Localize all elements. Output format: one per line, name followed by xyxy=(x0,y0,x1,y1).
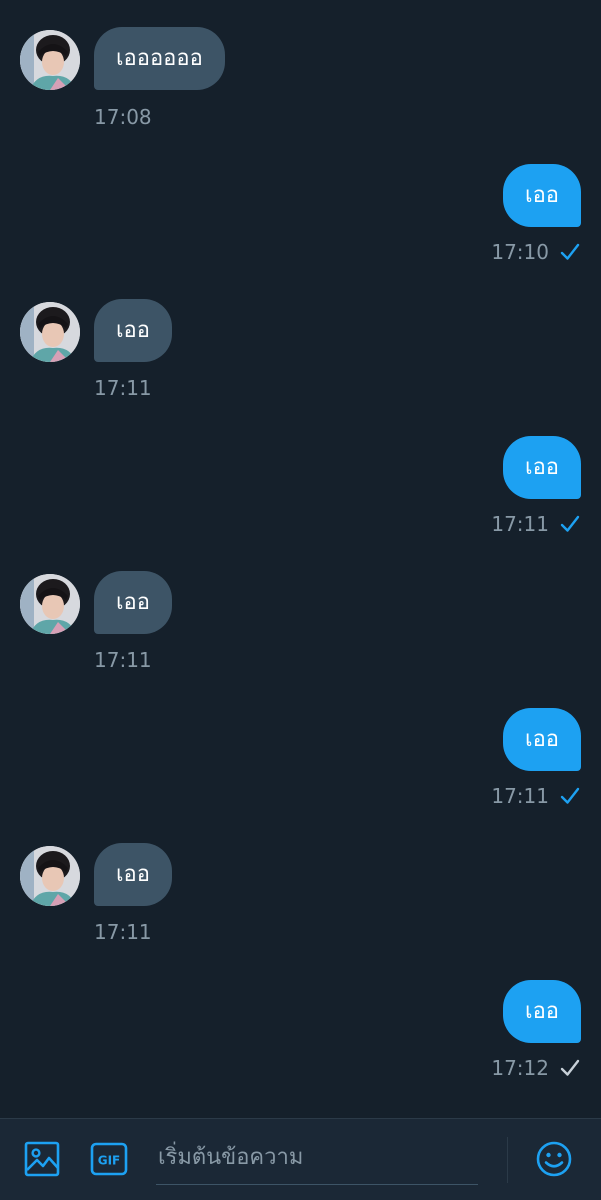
sent-check-icon xyxy=(560,1059,580,1076)
message-timestamp: 17:10 xyxy=(491,240,549,264)
message-timestamp: 17:08 xyxy=(94,105,152,129)
message-composer: GIF xyxy=(0,1118,601,1200)
image-icon[interactable] xyxy=(22,1139,62,1179)
message-timestamp: 17:11 xyxy=(94,920,152,944)
message-input-wrapper xyxy=(156,1133,478,1185)
message-timestamp: 17:12 xyxy=(491,1056,549,1080)
message-bubble[interactable]: เออ xyxy=(94,843,172,906)
avatar[interactable] xyxy=(20,302,80,362)
message-bubble[interactable]: เออออออ xyxy=(94,27,225,90)
message-bubble[interactable]: เออ xyxy=(503,164,581,227)
conversation-thread: เออออออ 17:08 เออ 17:10 เออ 17:11 เออ 17… xyxy=(0,0,601,1118)
message-meta: 17:11 xyxy=(491,511,581,537)
message-timestamp: 17:11 xyxy=(94,648,152,672)
message-bubble[interactable]: เออ xyxy=(503,436,581,499)
read-check-icon xyxy=(560,243,580,260)
message-bubble[interactable]: เออ xyxy=(94,571,172,634)
composer-divider xyxy=(507,1137,508,1183)
message-input[interactable] xyxy=(156,1133,478,1181)
avatar[interactable] xyxy=(20,846,80,906)
read-check-icon xyxy=(560,787,580,804)
message-meta: 17:11 xyxy=(491,783,581,809)
avatar[interactable] xyxy=(20,30,80,90)
avatar[interactable] xyxy=(20,574,80,634)
message-timestamp: 17:11 xyxy=(491,784,549,808)
gif-button[interactable]: GIF xyxy=(89,1139,129,1179)
message-timestamp: 17:11 xyxy=(491,512,549,536)
gif-label: GIF xyxy=(98,1154,121,1168)
message-bubble[interactable]: เออ xyxy=(503,708,581,771)
emoji-icon[interactable] xyxy=(534,1139,574,1179)
message-meta: 17:12 xyxy=(491,1055,581,1081)
message-bubble[interactable]: เออ xyxy=(94,299,172,362)
read-check-icon xyxy=(560,515,580,532)
message-meta: 17:10 xyxy=(491,239,581,265)
message-bubble[interactable]: เออ xyxy=(503,980,581,1043)
message-timestamp: 17:11 xyxy=(94,376,152,400)
